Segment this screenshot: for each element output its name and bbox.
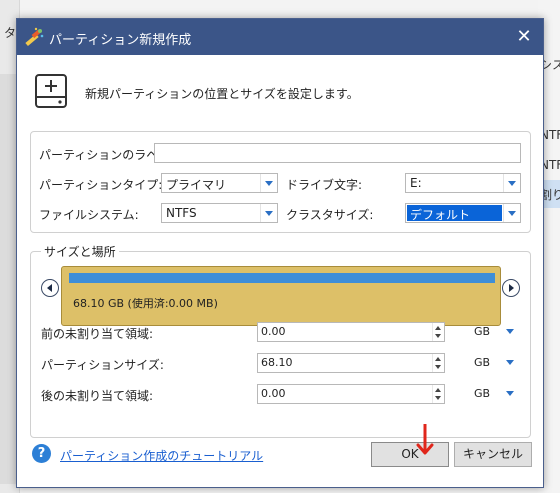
partition-size-input-label: パーティションサイズ: [41,358,164,372]
partition-size-value: 68.10 [261,356,293,369]
chevron-right-icon[interactable] [502,279,520,297]
chevron-down-icon[interactable] [505,326,515,336]
spin-arrows[interactable] [432,385,444,403]
cancel-button[interactable]: キャンセル [454,442,532,467]
unit-label: GB [474,325,491,338]
cluster-size-select[interactable]: デフォルト [405,203,521,223]
red-arrow-icon [416,424,434,455]
unallocated-after-input[interactable]: 0.00 [257,384,445,404]
cluster-size-value: デフォルト [407,205,502,222]
unallocated-after-value: 0.00 [261,387,286,400]
partition-type-label: パーティションタイプ: [39,178,163,192]
chevron-down-icon[interactable] [260,204,277,222]
ok-button[interactable]: OK [371,442,449,467]
disk-add-icon [35,74,67,108]
unit-label: GB [474,387,491,400]
partition-layout-bar[interactable]: 68.10 GB (使用済:0.00 MB) [61,266,501,326]
spin-arrows[interactable] [432,323,444,341]
unallocated-before-label: 前の未割り当て領域: [41,327,154,341]
file-system-value: NTFS [166,206,197,220]
drive-letter-select[interactable]: E: [405,173,521,193]
header-description: 新規パーティションの位置とサイズを設定します。 [85,87,359,101]
partition-type-select[interactable]: プライマリ [161,173,278,193]
size-location-title: サイズと場所 [41,243,119,260]
unallocated-after-label: 後の未割り当て領域: [41,389,154,403]
dialog-title: パーティション新規作成 [49,33,192,48]
unallocated-before-input[interactable]: 0.00 [257,322,445,342]
file-system-label: ファイルシステム: [39,208,139,222]
create-partition-dialog: パーティション新規作成 ✕ 新規パーティションの位置とサイズを設定します。 パー… [16,18,544,488]
partition-size-input[interactable]: 68.10 [257,353,445,373]
partition-type-value: プライマリ [166,178,227,192]
file-system-select[interactable]: NTFS [161,203,278,223]
chevron-down-icon[interactable] [505,357,515,367]
chevron-down-icon[interactable] [505,388,515,398]
partition-properties-group: パーティションのラベル: パーティションタイプ: プライマリ ドライブ文字: E… [30,131,531,233]
unit-label: GB [474,356,491,369]
close-icon[interactable]: ✕ [511,24,537,50]
help-icon[interactable]: ? [32,444,51,463]
unallocated-before-value: 0.00 [261,325,286,338]
partition-label-input[interactable] [154,143,521,163]
partition-usage-bar [69,273,495,283]
chevron-down-icon[interactable] [503,204,520,222]
chevron-left-icon[interactable] [41,279,59,297]
chevron-down-icon[interactable] [503,174,520,192]
dialog-header: 新規パーティションの位置とサイズを設定します。 [17,55,543,125]
drive-letter-label: ドライブ文字: [286,178,363,192]
spin-arrows[interactable] [432,354,444,372]
background-tab-text: タ [4,26,17,40]
wand-logo-icon [25,27,44,47]
chevron-down-icon[interactable] [260,174,277,192]
partition-size-label: 68.10 GB (使用済:0.00 MB) [73,297,218,310]
dialog-titlebar[interactable]: パーティション新規作成 ✕ [17,19,543,55]
drive-letter-value: E: [410,176,422,190]
tutorial-link[interactable]: パーティション作成のチュートリアル [60,447,263,464]
cluster-size-label: クラスタサイズ: [286,208,374,222]
